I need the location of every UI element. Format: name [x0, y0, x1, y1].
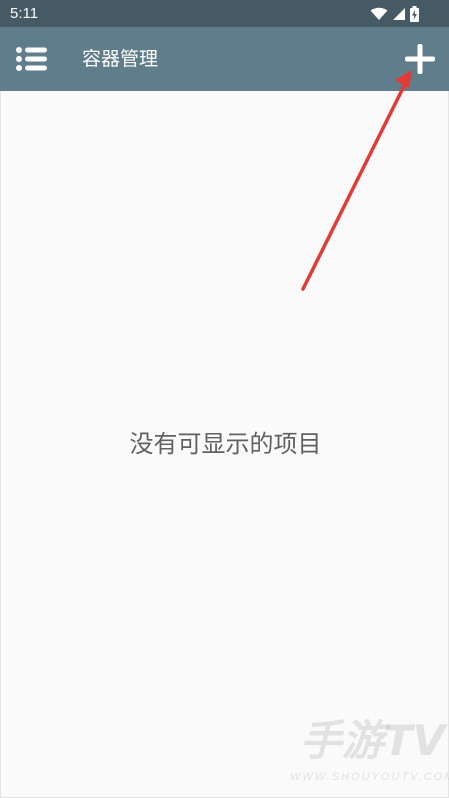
plus-icon — [405, 44, 435, 74]
status-icons — [370, 5, 419, 22]
wifi-icon — [370, 7, 388, 20]
add-container-button[interactable] — [400, 41, 440, 77]
watermark-url: WWW.SHOUYOUTV.COM — [290, 771, 449, 783]
status-time: 5:11 — [10, 5, 39, 22]
cellular-signal-icon — [393, 7, 405, 20]
empty-state-message: 没有可显示的项目 — [129, 430, 322, 458]
battery-charging-icon — [410, 5, 419, 22]
app-bar: 容器管理 — [0, 27, 449, 91]
page-title: 容器管理 — [82, 48, 159, 70]
menu-list-icon — [16, 47, 47, 71]
status-bar: 5:11 — [0, 0, 449, 27]
menu-button[interactable] — [12, 41, 52, 77]
watermark-logo: 手游TV — [299, 716, 445, 765]
container-list-area: 没有可显示的项目 — [0, 91, 449, 798]
watermark: 手游TV WWW.SHOUYOUTV.COM — [290, 715, 449, 795]
